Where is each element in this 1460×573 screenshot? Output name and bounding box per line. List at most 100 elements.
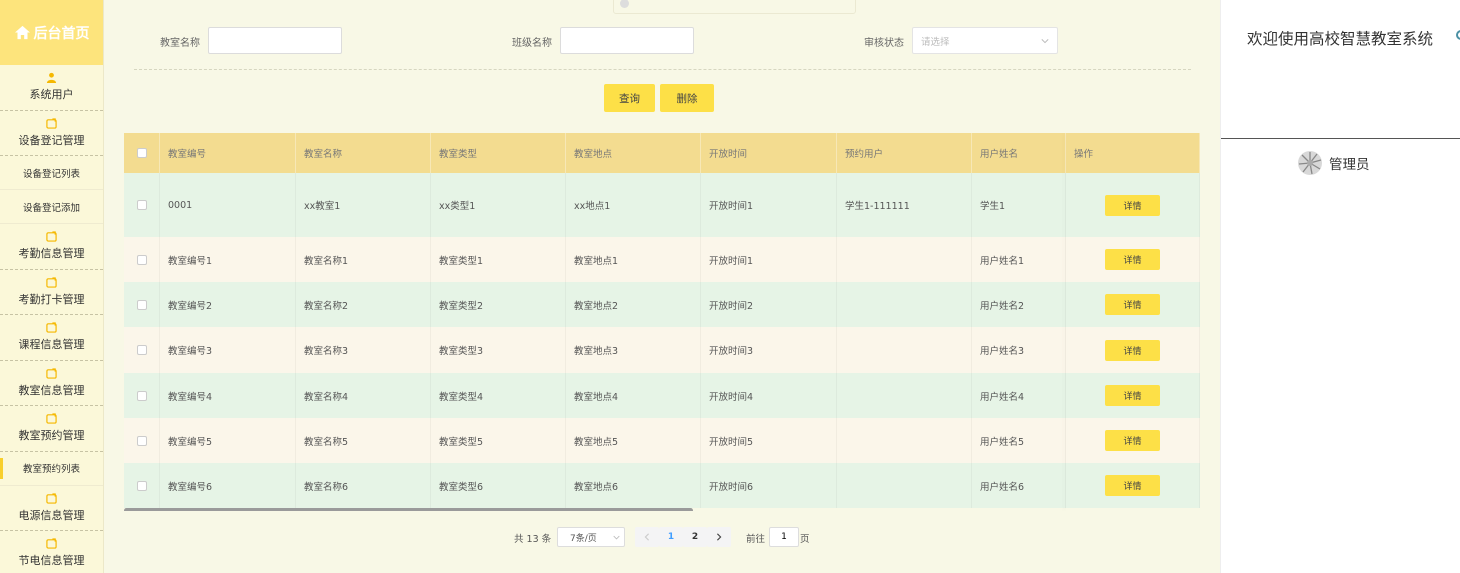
detail-button[interactable]: 详情: [1105, 385, 1160, 406]
search-divider: [134, 69, 1191, 70]
toggle-icon[interactable]: [1456, 30, 1460, 40]
sidebar-item[interactable]: 设备登记管理: [0, 111, 103, 156]
table-cell: 开放时间1: [701, 173, 837, 237]
table-cell: 教室名称3: [296, 327, 431, 373]
goto-page-input[interactable]: [769, 527, 799, 547]
sidebar-item-label: 节电信息管理: [18, 554, 85, 568]
table-cell: 教室类型1: [431, 237, 566, 282]
detail-button[interactable]: 详情: [1105, 294, 1160, 315]
table-cell: 教室编号2: [160, 282, 296, 327]
sidebar-subitem[interactable]: 设备登记列表: [0, 156, 103, 190]
table-cell: xx类型1: [431, 173, 566, 237]
row-checkbox-cell: [124, 173, 160, 237]
select-all-checkbox[interactable]: [136, 148, 147, 158]
review-status-select[interactable]: 请选择: [912, 27, 1058, 54]
column-header: 教室编号: [160, 133, 296, 173]
table-cell: 学生1-111111: [837, 173, 972, 237]
chevron-left-icon: [644, 533, 649, 541]
classroom-name-input[interactable]: [208, 27, 342, 54]
action-cell: 详情: [1066, 173, 1200, 237]
sidebar-item-label: 考勤打卡管理: [18, 292, 85, 306]
query-button[interactable]: 查询: [604, 84, 655, 112]
column-header: 用户姓名: [972, 133, 1066, 173]
action-cell: 详情: [1066, 327, 1200, 373]
page-1-button[interactable]: 1: [659, 527, 683, 547]
detail-button[interactable]: 详情: [1105, 475, 1160, 496]
header-checkbox-cell: [124, 133, 160, 173]
sidebar-item[interactable]: 教室信息管理: [0, 361, 103, 406]
panel-divider: [1221, 138, 1460, 139]
sidebar-menu: 系统用户设备登记管理设备登记列表 设备登记添加考勤信息管理 考勤打卡管理 课程信息管理…: [0, 65, 103, 573]
table-cell: 开放时间1: [701, 237, 837, 282]
table-cell: 用户姓名6: [972, 463, 1066, 508]
sidebar-subitem[interactable]: 设备登记添加: [0, 190, 103, 224]
row-checkbox[interactable]: [136, 299, 147, 310]
row-checkbox-cell: [124, 418, 160, 463]
sidebar-item-label: 课程信息管理: [18, 338, 85, 352]
row-checkbox[interactable]: [136, 435, 147, 446]
goto-label: 前往: [746, 534, 766, 545]
sidebar-item-label: 系统用户: [29, 88, 74, 102]
table-row: 教室编号4 教室名称4 教室类型4 教室地点4 开放时间4 用户姓名4 详情: [124, 373, 1200, 418]
table-cell: 用户姓名1: [972, 237, 1066, 282]
table-cell: 用户姓名4: [972, 373, 1066, 418]
page-2-button[interactable]: 2: [683, 527, 707, 547]
detail-button[interactable]: 详情: [1105, 339, 1160, 361]
class-name-input[interactable]: [560, 27, 694, 54]
sidebar-item[interactable]: 电源信息管理: [0, 486, 103, 531]
table-cell: 用户姓名3: [972, 327, 1066, 373]
data-table: 教室编号 教室名称 教室类型 教室地点 开放时间 预约用户 用户姓名 操作 0001 xx教室1…: [124, 133, 1200, 511]
row-checkbox-cell: [124, 463, 160, 508]
pagination: 共 13 条 7条/页 1 2 前往 页: [105, 527, 1220, 547]
detail-button[interactable]: 详情: [1105, 194, 1160, 216]
table-cell: [837, 282, 972, 327]
folder-icon: [46, 322, 57, 333]
user-name: 管理员: [1329, 157, 1370, 173]
sidebar-item[interactable]: 教室预约管理: [0, 406, 103, 452]
detail-button[interactable]: 详情: [1105, 430, 1160, 451]
row-checkbox[interactable]: [136, 200, 147, 210]
page-size-select[interactable]: 7条/页: [557, 527, 625, 547]
sidebar-item[interactable]: 系统用户: [0, 65, 103, 111]
row-checkbox[interactable]: [136, 480, 147, 491]
sidebar-subitem[interactable]: 教室预约列表: [0, 452, 103, 486]
table-cell: 教室类型4: [431, 373, 566, 418]
table-cell: 教室编号5: [160, 418, 296, 463]
sidebar-item[interactable]: 考勤信息管理: [0, 224, 103, 270]
row-checkbox[interactable]: [136, 254, 147, 265]
delete-button[interactable]: 删除: [660, 84, 714, 112]
table-cell: 用户姓名2: [972, 282, 1066, 327]
table-cell: 开放时间6: [701, 463, 837, 508]
user-info[interactable]: 管理员: [1297, 150, 1370, 176]
column-header: 开放时间: [701, 133, 837, 173]
horizontal-scrollbar[interactable]: [124, 508, 693, 511]
table-cell: 教室编号3: [160, 327, 296, 373]
table-cell: 教室编号1: [160, 237, 296, 282]
table-cell: 开放时间3: [701, 327, 837, 373]
table-cell: 教室地点6: [566, 463, 701, 508]
sidebar-item-label: 考勤信息管理: [18, 247, 85, 261]
prev-page-button[interactable]: [635, 527, 659, 547]
action-cell: 详情: [1066, 282, 1200, 327]
table-cell: 教室名称5: [296, 418, 431, 463]
table-cell: 教室类型3: [431, 327, 566, 373]
detail-button[interactable]: 详情: [1105, 249, 1160, 270]
sidebar-item[interactable]: 考勤打卡管理: [0, 270, 103, 315]
row-checkbox[interactable]: [136, 390, 147, 401]
folder-icon: [46, 277, 57, 288]
review-status-label: 审核状态: [864, 38, 904, 49]
user-icon: [46, 73, 57, 84]
action-cell: 详情: [1066, 237, 1200, 282]
table-cell: 教室编号4: [160, 373, 296, 418]
home-button[interactable]: 后台首页: [0, 0, 103, 65]
table-row: 教室编号5 教室名称5 教室类型5 教室地点5 开放时间5 用户姓名5 详情: [124, 418, 1200, 463]
sidebar: 后台首页 系统用户设备登记管理设备登记列表 设备登记添加考勤信息管理 考勤打卡管理课…: [0, 0, 104, 573]
row-checkbox[interactable]: [136, 345, 147, 355]
sidebar-item[interactable]: 课程信息管理: [0, 315, 103, 361]
sidebar-item[interactable]: 节电信息管理: [0, 531, 103, 573]
row-checkbox-cell: [124, 327, 160, 373]
next-page-button[interactable]: [707, 527, 731, 547]
sidebar-item-label: 设备登记管理: [18, 133, 85, 147]
table-row: 教室编号3 教室名称3 教室类型3 教室地点3 开放时间3 用户姓名3 详情: [124, 327, 1200, 373]
table-row: 教室编号6 教室名称6 教室类型6 教室地点6 开放时间6 用户姓名6 详情: [124, 463, 1200, 508]
